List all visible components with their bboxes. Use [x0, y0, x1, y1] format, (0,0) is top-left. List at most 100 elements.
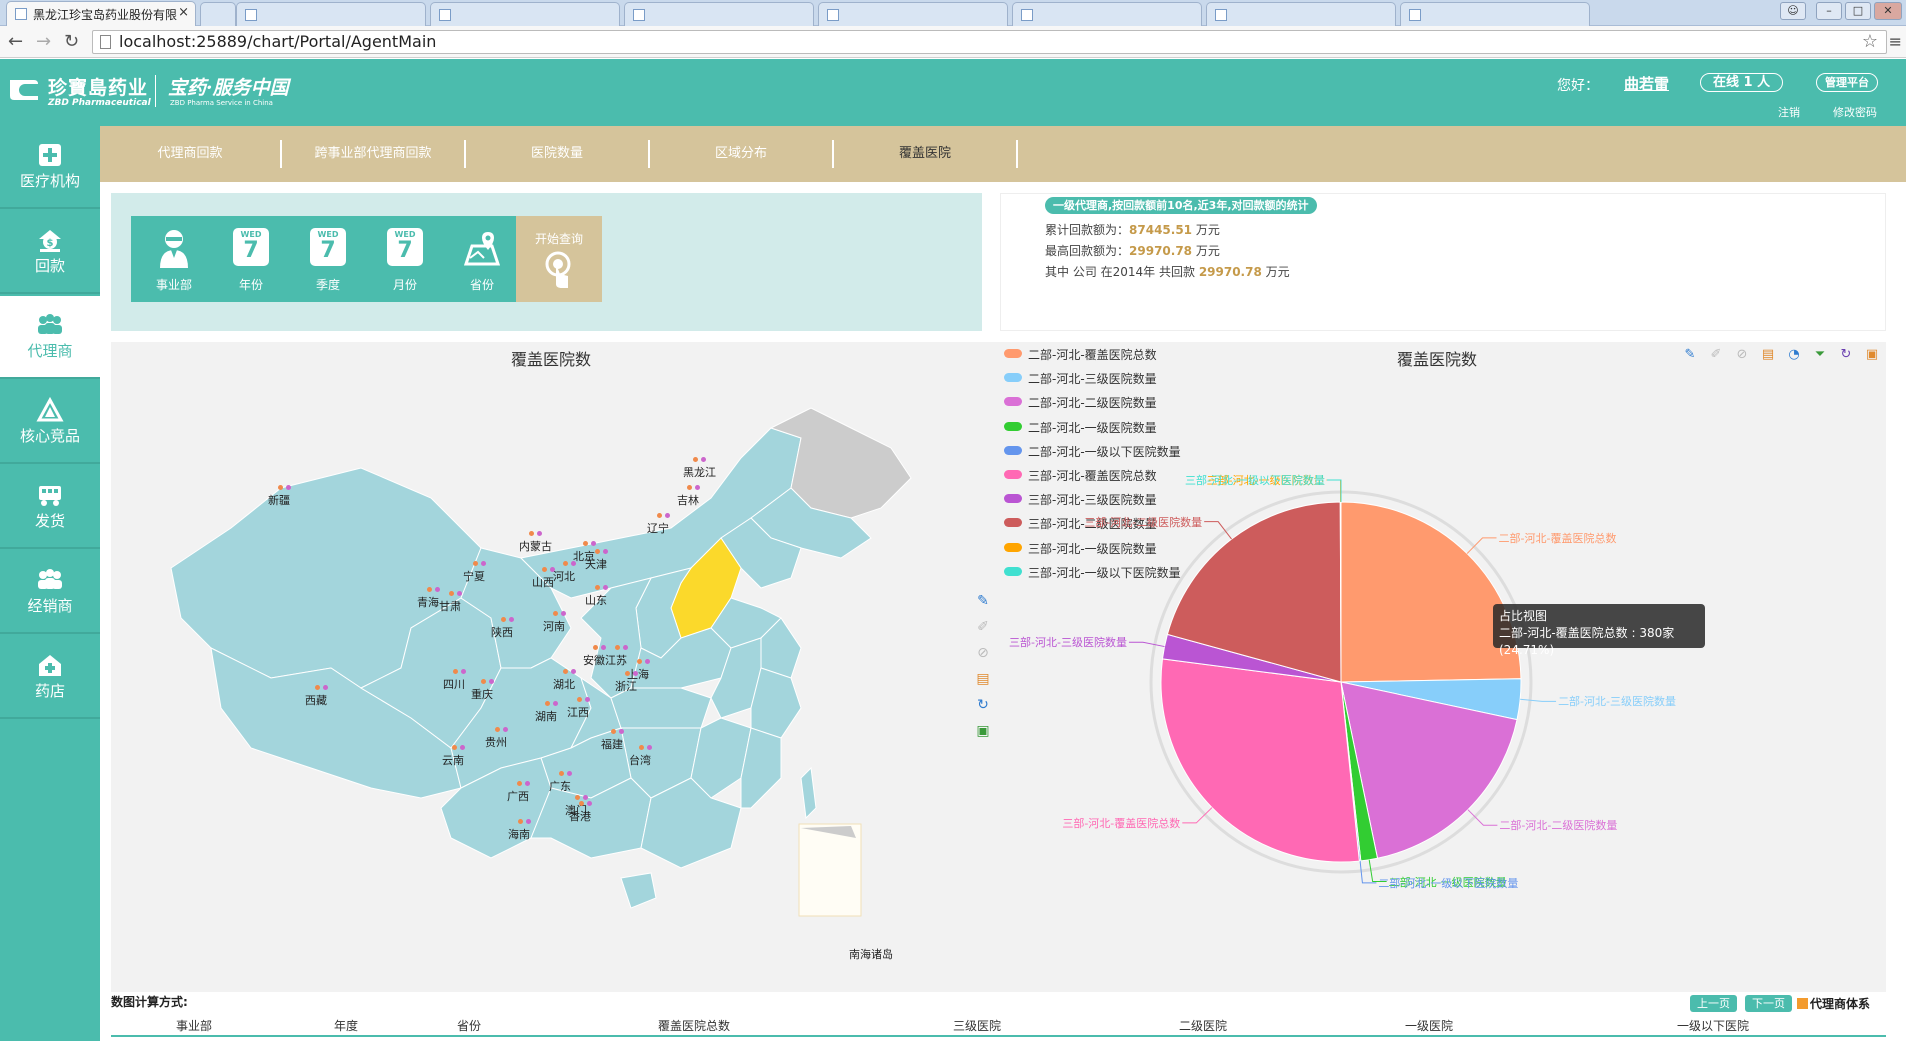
refresh-icon[interactable]: ↻: [974, 696, 992, 714]
eraser-icon[interactable]: ✐: [1707, 346, 1725, 364]
map-marker-dot[interactable]: [585, 697, 590, 702]
map-marker-dot[interactable]: [495, 727, 500, 732]
map-marker-dot[interactable]: [542, 567, 547, 572]
sidebar-item-medical[interactable]: 医疗机构: [0, 126, 100, 209]
user-icon[interactable]: ☺: [1780, 2, 1806, 20]
map-marker-dot[interactable]: [567, 771, 572, 776]
province-filter-button[interactable]: 省份: [439, 216, 525, 302]
map-marker-dot[interactable]: [625, 671, 630, 676]
map-marker-dot[interactable]: [517, 781, 522, 786]
map-marker-dot[interactable]: [452, 745, 457, 750]
map-marker-dot[interactable]: [633, 671, 638, 676]
sidebar-item-payment[interactable]: $ 回款: [0, 211, 100, 294]
map-marker-dot[interactable]: [637, 659, 642, 664]
map-marker-dot[interactable]: [563, 669, 568, 674]
column-header[interactable]: 事业部: [176, 1017, 212, 1034]
browser-tab[interactable]: [1206, 2, 1396, 26]
column-header[interactable]: 省份: [457, 1017, 481, 1034]
column-header[interactable]: 年度: [334, 1017, 358, 1034]
checkbox-icon[interactable]: [1797, 998, 1808, 1009]
map-marker-dot[interactable]: [571, 669, 576, 674]
map-marker-dot[interactable]: [457, 591, 462, 596]
map-marker-dot[interactable]: [645, 659, 650, 664]
map-marker-dot[interactable]: [619, 729, 624, 734]
map-marker-dot[interactable]: [518, 819, 523, 824]
back-icon[interactable]: ←: [8, 32, 23, 52]
sidebar-item-competitors[interactable]: 核心竞品: [0, 381, 100, 464]
map-marker-dot[interactable]: [427, 587, 432, 592]
map-marker-dot[interactable]: [583, 795, 588, 800]
map-marker-dot[interactable]: [460, 745, 465, 750]
username-link[interactable]: 曲若雷: [1624, 73, 1669, 94]
map-marker-dot[interactable]: [278, 485, 283, 490]
prev-page-button[interactable]: 上一页: [1690, 995, 1737, 1012]
tab-agent-payment[interactable]: 代理商回款: [100, 140, 282, 168]
map-marker-dot[interactable]: [481, 679, 486, 684]
map-marker-dot[interactable]: [537, 531, 542, 536]
map-marker-dot[interactable]: [603, 549, 608, 554]
minimize-icon[interactable]: –: [1816, 2, 1842, 20]
map-marker-dot[interactable]: [473, 561, 478, 566]
agent-system-toggle[interactable]: 代理商体系: [1797, 995, 1870, 1012]
column-header[interactable]: 二级医院: [1179, 1017, 1227, 1034]
map-marker-dot[interactable]: [553, 701, 558, 706]
map-marker-dot[interactable]: [615, 645, 620, 650]
browser-tab[interactable]: [200, 2, 236, 26]
sidebar-item-pharmacy[interactable]: 药店: [0, 636, 100, 719]
tab-covered-hospitals[interactable]: 覆盖医院: [834, 140, 1018, 168]
map-marker-dot[interactable]: [665, 513, 670, 518]
data-view-icon[interactable]: ▤: [974, 670, 992, 688]
browser-tab[interactable]: 黑龙江珍宝岛药业股份有限 ×: [6, 1, 196, 27]
month-filter-button[interactable]: WED 7 月份: [362, 216, 448, 302]
pie-slice[interactable]: [1160, 658, 1360, 863]
pen-icon[interactable]: ✎: [974, 592, 992, 610]
maximize-icon[interactable]: □: [1845, 2, 1871, 20]
sidebar-item-agents[interactable]: 代理商: [0, 296, 100, 379]
forward-icon[interactable]: →: [36, 32, 51, 52]
map-marker-dot[interactable]: [525, 781, 530, 786]
online-badge[interactable]: 在线 1 人: [1700, 73, 1784, 92]
map-marker-dot[interactable]: [501, 617, 506, 622]
map-marker-dot[interactable]: [579, 801, 584, 806]
funnel-icon[interactable]: ⏷: [1811, 346, 1829, 364]
division-filter-button[interactable]: 事业部: [131, 216, 217, 302]
map-marker-dot[interactable]: [559, 771, 564, 776]
map-marker-dot[interactable]: [575, 795, 580, 800]
map-marker-dot[interactable]: [687, 485, 692, 490]
sidebar-item-shipping[interactable]: 发货: [0, 466, 100, 549]
map-marker-dot[interactable]: [647, 745, 652, 750]
map-marker-dot[interactable]: [545, 701, 550, 706]
pen-icon[interactable]: ✎: [1681, 346, 1699, 364]
pie-slice[interactable]: [1340, 501, 1522, 683]
map-marker-dot[interactable]: [489, 679, 494, 684]
column-header[interactable]: 一级以下医院: [1677, 1017, 1749, 1034]
save-icon[interactable]: ▣: [1863, 346, 1881, 364]
map-marker-dot[interactable]: [563, 561, 568, 566]
map-marker-dot[interactable]: [509, 617, 514, 622]
map-marker-dot[interactable]: [529, 531, 534, 536]
map-marker-dot[interactable]: [550, 567, 555, 572]
column-header[interactable]: 覆盖医院总数: [658, 1017, 730, 1034]
map-marker-dot[interactable]: [461, 669, 466, 674]
next-page-button[interactable]: 下一页: [1745, 995, 1792, 1012]
map-marker-dot[interactable]: [593, 645, 598, 650]
browser-tab[interactable]: [236, 2, 426, 26]
map-marker-dot[interactable]: [657, 513, 662, 518]
map-marker-dot[interactable]: [601, 645, 606, 650]
map-marker-dot[interactable]: [623, 645, 628, 650]
tab-cross-division-payment[interactable]: 跨事业部代理商回款: [282, 140, 466, 168]
column-header[interactable]: 一级医院: [1405, 1017, 1453, 1034]
refresh-icon[interactable]: ↻: [1837, 346, 1855, 364]
map-marker-dot[interactable]: [577, 697, 582, 702]
browser-tab[interactable]: [624, 2, 814, 26]
browser-tab[interactable]: [430, 2, 620, 26]
map-marker-dot[interactable]: [315, 685, 320, 690]
map-marker-dot[interactable]: [561, 611, 566, 616]
url-input[interactable]: localhost:25889/chart/Portal/AgentMain ☆: [92, 30, 1887, 54]
map-marker-dot[interactable]: [587, 801, 592, 806]
map-marker-dot[interactable]: [553, 611, 558, 616]
menu-icon[interactable]: ≡: [1889, 32, 1902, 51]
map-marker-dot[interactable]: [701, 457, 706, 462]
map-marker-dot[interactable]: [693, 457, 698, 462]
logout-link[interactable]: 注销: [1778, 104, 1800, 120]
